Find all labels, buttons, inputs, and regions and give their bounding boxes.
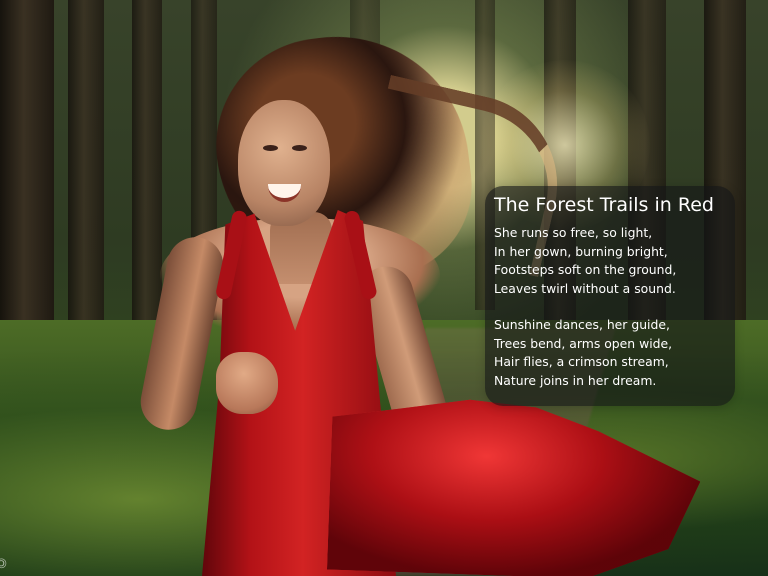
right-eye [292, 145, 307, 151]
poem-overlay-panel: The Forest Trails in Red She runs so fre… [485, 186, 735, 406]
poem-line: Sunshine dances, her guide, [494, 317, 670, 332]
poem-line: In her gown, burning bright, [494, 243, 668, 259]
left-eye [263, 145, 278, 151]
flowing-red-skirt [327, 390, 703, 576]
smiling-face [238, 100, 330, 226]
poem-stanza: She runs so free, so light, In her gown,… [494, 224, 727, 298]
poem-line: Leaves twirl without a sound. [494, 280, 676, 296]
poem-line: Trees bend, arms open wide, [494, 335, 673, 351]
poem-line: Footsteps soft on the ground, [494, 262, 677, 277]
poem-title: The Forest Trails in Red [494, 194, 714, 216]
poem-line: Nature joins in her dream. [494, 372, 657, 388]
running-fist [216, 352, 278, 414]
poem-stanza: Sunshine dances, her guide, Trees bend, … [494, 316, 727, 390]
mirrored-watermark: © @udinarimoraa.com [0, 557, 8, 573]
poem-line: Hair flies, a crimson stream, [494, 354, 669, 369]
poem-line: She runs so free, so light, [494, 225, 653, 240]
forest-photo-scene: The Forest Trails in Red She runs so fre… [0, 0, 768, 576]
smile [268, 184, 301, 202]
left-arm [135, 232, 229, 435]
